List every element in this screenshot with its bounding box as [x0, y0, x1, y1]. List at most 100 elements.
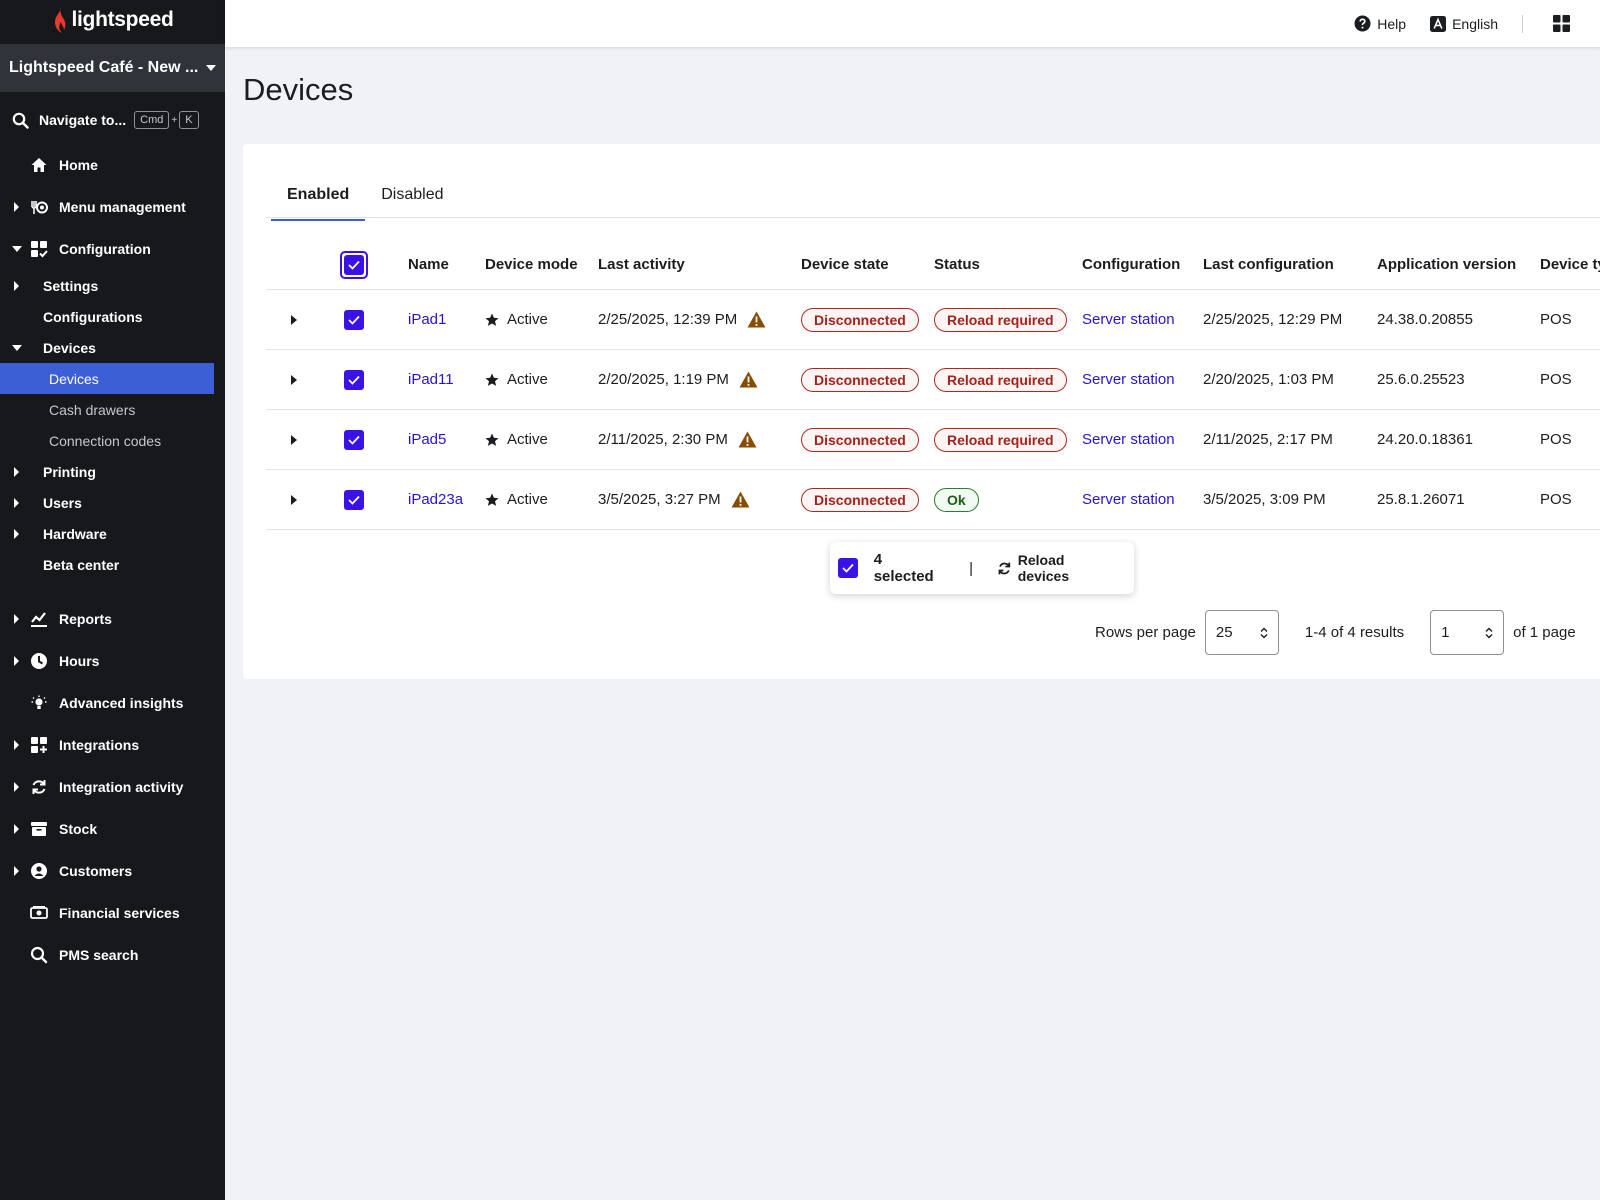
- table-row[interactable]: iPad11 Active 2/20/2025, 1:19 PM Disconn…: [266, 350, 1600, 410]
- sidebar-item-customers[interactable]: Customers: [0, 850, 225, 892]
- star-icon: [485, 493, 499, 506]
- expand-row-button[interactable]: [291, 410, 297, 469]
- location-selector[interactable]: Lightspeed Café - New ...: [0, 44, 225, 92]
- reload-devices-button[interactable]: Reload devices: [997, 552, 1118, 584]
- rows-per-page-label: Rows per page: [1095, 624, 1196, 641]
- column-header-name[interactable]: Name: [408, 240, 449, 289]
- sidebar-item-advanced-insights[interactable]: Advanced insights: [0, 682, 225, 724]
- row-checkbox[interactable]: [344, 350, 364, 409]
- column-header-configuration[interactable]: Configuration: [1082, 240, 1180, 289]
- sidebar-item-cash-drawers[interactable]: Cash drawers: [0, 394, 225, 425]
- chevron-right-icon: [14, 656, 19, 666]
- last-configuration: 2/20/2025, 1:03 PM: [1203, 371, 1334, 388]
- app-grid-icon[interactable]: [1553, 15, 1570, 32]
- chevron-right-icon: [14, 740, 19, 750]
- chevron-right-icon: [14, 497, 19, 508]
- language-label: English: [1452, 15, 1498, 32]
- last-activity: 2/11/2025, 2:30 PM: [598, 410, 757, 469]
- sidebar-item-devices[interactable]: Devices: [0, 363, 214, 394]
- sidebar-item-hardware[interactable]: Hardware: [0, 518, 225, 549]
- status-badge: Reload required: [934, 307, 1067, 332]
- lightspeed-logo[interactable]: lightspeed: [0, 0, 225, 40]
- table-row[interactable]: iPad1 Active 2/25/2025, 12:39 PM Disconn…: [266, 290, 1600, 350]
- row-checkbox[interactable]: [344, 410, 364, 469]
- location-label: Lightspeed Café - New ...: [9, 59, 199, 76]
- row-checkbox[interactable]: [344, 290, 364, 349]
- column-header-activity[interactable]: Last activity: [598, 240, 685, 289]
- sidebar-item-integrations[interactable]: Integrations: [0, 724, 225, 766]
- bulk-select-checkbox[interactable]: [838, 558, 858, 578]
- column-header-mode[interactable]: Device mode: [485, 240, 578, 289]
- configuration-link[interactable]: Server station: [1082, 410, 1175, 469]
- menu-management-icon: [31, 201, 48, 214]
- sidebar-item-reports[interactable]: Reports: [0, 598, 225, 640]
- select-all-checkbox-box: [344, 254, 364, 275]
- tab-enabled[interactable]: Enabled: [271, 174, 366, 221]
- expand-row-button[interactable]: [291, 350, 297, 409]
- table-row[interactable]: iPad5 Active 2/11/2025, 2:30 PM Disconne…: [266, 410, 1600, 470]
- configuration-link[interactable]: Server station: [1082, 290, 1175, 349]
- check-icon: [842, 563, 854, 573]
- sidebar-item-label: Configurations: [43, 308, 143, 325]
- column-header-status[interactable]: Status: [934, 240, 980, 289]
- tab-disabled[interactable]: Disabled: [365, 174, 459, 221]
- last-configuration: 3/5/2025, 3:09 PM: [1203, 491, 1326, 508]
- column-header-type[interactable]: Device ty: [1540, 240, 1600, 289]
- sync-icon: [32, 780, 46, 794]
- chevron-right-icon: [14, 280, 19, 291]
- row-checkbox[interactable]: [344, 470, 364, 529]
- column-header-state[interactable]: Device state: [801, 240, 889, 289]
- device-type: POS: [1540, 371, 1572, 388]
- device-name-link[interactable]: iPad11: [408, 350, 454, 409]
- sidebar-item-integration-activity[interactable]: Integration activity: [0, 766, 225, 808]
- clock-icon: [31, 653, 47, 669]
- sidebar-item-financial-services[interactable]: Financial services: [0, 892, 225, 934]
- select-all-checkbox[interactable]: [340, 240, 368, 289]
- device-mode: Active: [485, 470, 548, 529]
- language-selector[interactable]: English: [1430, 15, 1498, 32]
- sidebar-item-label: Beta center: [43, 556, 120, 573]
- device-name-link[interactable]: iPad1: [408, 290, 446, 349]
- warning-icon: [747, 311, 766, 328]
- device-name-link[interactable]: iPad23a: [408, 470, 463, 529]
- help-button[interactable]: Help: [1354, 15, 1406, 32]
- column-header-version[interactable]: Application version: [1377, 240, 1516, 289]
- configuration-link[interactable]: Server station: [1082, 470, 1175, 529]
- status-badge: Disconnected: [801, 367, 919, 392]
- star-icon: [485, 373, 499, 386]
- sidebar-item-settings[interactable]: Settings: [0, 270, 225, 301]
- navigate-search[interactable]: Navigate to... Cmd + K: [0, 96, 225, 144]
- status-badge: Disconnected: [801, 427, 919, 452]
- sidebar-item-configurations[interactable]: Configurations: [0, 301, 225, 332]
- sidebar-item-configuration[interactable]: Configuration: [0, 228, 225, 270]
- sidebar-item-users[interactable]: Users: [0, 487, 225, 518]
- device-mode: Active: [485, 290, 548, 349]
- device-mode: Active: [485, 350, 548, 409]
- sidebar-item-menu-management[interactable]: Menu management: [0, 186, 225, 228]
- expand-row-button[interactable]: [291, 470, 297, 529]
- device-type: POS: [1540, 431, 1572, 448]
- device-status: Reload required: [934, 350, 1067, 409]
- configuration-link[interactable]: Server station: [1082, 350, 1175, 409]
- sidebar-item-hours[interactable]: Hours: [0, 640, 225, 682]
- column-header-last-configuration[interactable]: Last configuration: [1203, 240, 1334, 289]
- sidebar-item-stock[interactable]: Stock: [0, 808, 225, 850]
- expand-row-button[interactable]: [291, 290, 297, 349]
- star-icon: [485, 313, 499, 326]
- sidebar-item-connection-codes[interactable]: Connection codes: [0, 425, 225, 456]
- sidebar-item-home[interactable]: Home: [0, 144, 225, 186]
- rows-per-page-select[interactable]: 25: [1204, 610, 1279, 655]
- table-row[interactable]: iPad23a Active 3/5/2025, 3:27 PM Disconn…: [266, 470, 1600, 530]
- sidebar-item-beta-center[interactable]: Beta center: [0, 549, 225, 580]
- page-value: 1: [1441, 624, 1450, 641]
- device-status: Reload required: [934, 290, 1067, 349]
- sidebar-item-devices-group[interactable]: Devices: [0, 332, 225, 363]
- page-select[interactable]: 1: [1430, 610, 1505, 655]
- sidebar-item-label: Printing: [43, 463, 96, 480]
- sidebar-item-label: Configuration: [59, 241, 151, 257]
- sidebar-item-pms-search[interactable]: PMS search: [0, 934, 225, 976]
- devices-table: Name Device mode Last activity Device st…: [266, 240, 1600, 530]
- device-name-link[interactable]: iPad5: [408, 410, 446, 469]
- home-icon: [31, 158, 47, 172]
- sidebar-item-printing[interactable]: Printing: [0, 456, 225, 487]
